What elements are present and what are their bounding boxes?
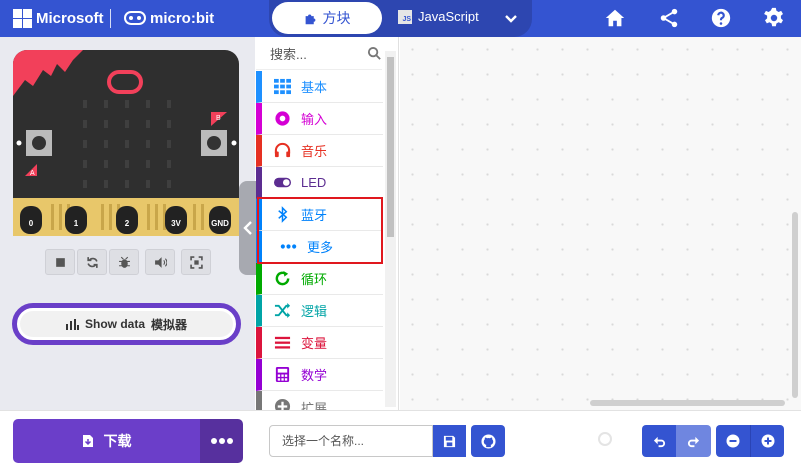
fullscreen-icon [189, 255, 203, 269]
zoom-in-icon [761, 434, 774, 448]
lines-icon [274, 336, 291, 349]
redo-icon [687, 436, 700, 447]
product-label[interactable]: micro:bit [150, 10, 214, 27]
category-logic[interactable]: 逻辑 [256, 295, 383, 327]
brand-label[interactable]: Microsoft [36, 10, 104, 27]
github-icon [480, 433, 496, 449]
category-loops[interactable]: 循环 [256, 263, 383, 295]
microbit-board[interactable]: A B 0 1 2 3V GND [13, 50, 239, 236]
category-math[interactable]: 数学 [256, 359, 383, 391]
microsoft-logo-icon [13, 9, 32, 28]
loop-icon [275, 270, 290, 286]
category-label: 扩展 [301, 401, 328, 410]
search-placeholder: 搜索... [270, 46, 307, 62]
chevron-down-icon[interactable] [503, 10, 519, 26]
toolbox-scroll-thumb[interactable] [387, 57, 394, 237]
help-icon[interactable] [710, 7, 732, 29]
undo-icon [653, 436, 665, 447]
workspace-horizontal-scrollbar[interactable] [590, 400, 785, 406]
save-icon [443, 435, 456, 447]
show-data-inner: Show data 模拟器 [20, 311, 233, 337]
tab-javascript-label: JavaScript [418, 9, 479, 24]
tab-blocks-label: 方块 [322, 10, 351, 26]
download-label: 下载 [103, 433, 132, 449]
category-label: 逻辑 [301, 304, 328, 319]
blocks-workspace[interactable] [400, 37, 801, 410]
settings-icon[interactable] [763, 7, 785, 29]
headphones-icon [274, 142, 291, 158]
svg-text:A: A [30, 170, 35, 177]
zoom-in-button[interactable] [750, 425, 784, 457]
target-icon [275, 111, 290, 126]
app-header: Microsoft micro:bit 方块 JS JavaScript [0, 0, 801, 37]
category-led[interactable]: LED [256, 167, 383, 199]
chevron-left-icon [242, 221, 252, 235]
svg-text:GND: GND [211, 219, 229, 228]
toolbox-search[interactable]: 搜索... [256, 37, 382, 70]
collapse-simulator-button[interactable] [239, 181, 256, 275]
fullscreen-button[interactable] [181, 249, 211, 275]
plus-icon [274, 398, 291, 410]
undo-button[interactable] [642, 425, 676, 457]
category-label: 基本 [301, 80, 328, 95]
tab-javascript[interactable]: JS JavaScript [398, 9, 479, 24]
show-data-suffix: 模拟器 [151, 317, 188, 332]
svg-text:2: 2 [125, 219, 130, 228]
save-button[interactable] [433, 425, 466, 457]
puzzle-icon [305, 13, 315, 24]
svg-text:0: 0 [29, 219, 34, 228]
shuffle-icon [274, 302, 291, 319]
restart-button[interactable] [77, 249, 107, 275]
category-extensions[interactable]: 扩展 [256, 391, 383, 410]
debug-icon [118, 256, 130, 268]
sound-icon [154, 256, 167, 268]
svg-text:3V: 3V [171, 219, 181, 228]
search-icon[interactable] [367, 46, 382, 61]
show-data-button[interactable]: Show data 模拟器 [12, 303, 241, 345]
share-icon[interactable] [658, 7, 680, 29]
bar-chart-icon [65, 318, 79, 330]
calculator-icon [275, 366, 290, 383]
stop-button[interactable] [45, 249, 75, 275]
category-music[interactable]: 音乐 [256, 135, 383, 167]
stop-icon [55, 257, 65, 267]
toggle-icon [274, 177, 291, 188]
more-dots-icon [210, 438, 233, 444]
category-label: 数学 [301, 368, 328, 383]
download-icon [82, 435, 93, 447]
home-icon[interactable] [604, 7, 626, 29]
sound-button[interactable] [145, 249, 175, 275]
highlight-box [257, 197, 383, 264]
project-name-input[interactable] [269, 425, 433, 457]
show-data-label: Show data [84, 317, 145, 331]
category-input[interactable]: 输入 [256, 103, 383, 135]
download-button[interactable]: 下载 [13, 419, 200, 463]
category-label: 变量 [301, 336, 328, 351]
svg-text:B: B [216, 115, 221, 122]
category-variables[interactable]: 变量 [256, 327, 383, 359]
grid-icon [274, 78, 291, 95]
category-label: 音乐 [301, 144, 328, 159]
github-button[interactable] [471, 425, 505, 457]
tab-blocks[interactable]: 方块 [272, 2, 382, 34]
download-more-button[interactable] [200, 419, 243, 463]
header-divider [110, 9, 111, 28]
workspace-vertical-scrollbar[interactable] [792, 212, 798, 398]
microbit-logo-icon [124, 11, 146, 25]
simulator-controls [45, 249, 211, 275]
category-basic[interactable]: 基本 [256, 71, 383, 103]
javascript-icon: JS [398, 9, 412, 24]
redo-button[interactable] [676, 425, 711, 457]
category-label: 输入 [301, 112, 328, 127]
category-label: LED [301, 175, 327, 190]
restart-icon [86, 256, 98, 268]
zoom-out-icon [726, 434, 740, 448]
category-label: 循环 [301, 272, 328, 287]
zoom-out-button[interactable] [716, 425, 750, 457]
debug-button[interactable] [109, 249, 139, 275]
svg-text:1: 1 [74, 219, 79, 228]
workspace-decoration-icon [598, 432, 612, 446]
